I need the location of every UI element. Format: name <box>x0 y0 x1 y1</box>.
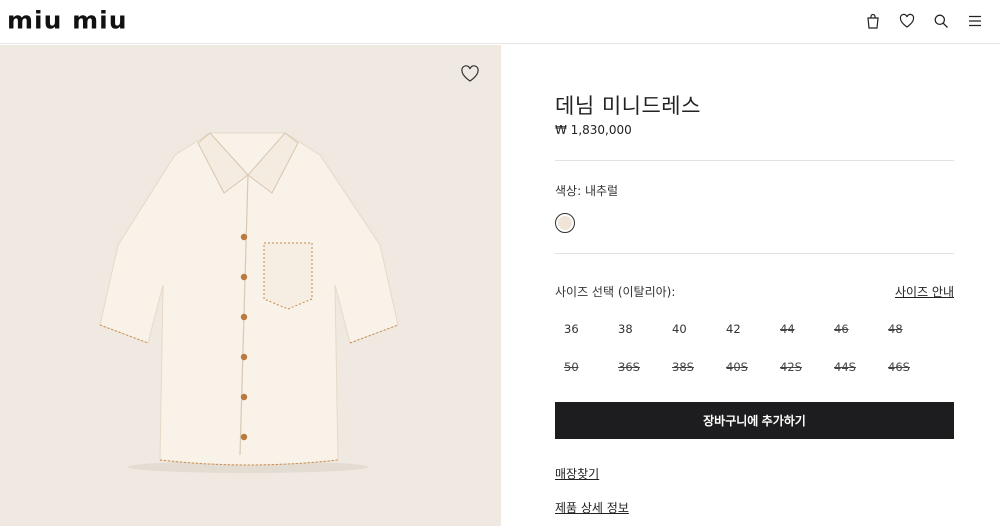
size-option[interactable]: 46S <box>879 357 933 377</box>
shirt-illustration <box>99 132 399 473</box>
size-select-label: 사이즈 선택 (이탈리아): <box>555 285 676 299</box>
size-option[interactable]: 42S <box>771 357 825 377</box>
size-option[interactable]: 40 <box>663 319 717 339</box>
size-option[interactable]: 38 <box>609 319 663 339</box>
store-finder-link[interactable]: 매장찾기 <box>555 465 599 482</box>
size-option[interactable]: 36 <box>555 319 609 339</box>
add-to-cart-button[interactable]: 장바구니에 추가하기 <box>555 402 954 439</box>
header-icons <box>856 10 992 32</box>
product-image <box>0 45 501 526</box>
product-details-link[interactable]: 제품 상세 정보 <box>555 499 629 516</box>
menu-icon[interactable] <box>958 10 992 32</box>
product-title: 데님 미니드레스 <box>555 94 701 118</box>
divider <box>555 160 954 161</box>
size-options: 36 38 40 42 44 46 48 50 36S 38S 40S 42S 44S 46S <box>555 319 915 377</box>
divider <box>555 253 954 254</box>
color-label: 색상: 내추럴 <box>555 184 619 198</box>
miu-miu-logo[interactable]: miu miu <box>7 7 128 35</box>
size-option[interactable]: 46 <box>825 319 879 339</box>
size-option[interactable]: 50 <box>555 357 609 377</box>
size-option[interactable]: 44S <box>825 357 879 377</box>
heart-icon[interactable] <box>890 10 924 32</box>
wishlist-heart-icon[interactable] <box>460 65 480 83</box>
product-price: ₩ 1,830,000 <box>555 123 632 137</box>
size-option[interactable]: 36S <box>609 357 663 377</box>
bag-icon[interactable] <box>856 10 890 32</box>
site-header: miu miu <box>0 0 1000 44</box>
size-option[interactable]: 38S <box>663 357 717 377</box>
size-option[interactable]: 40S <box>717 357 771 377</box>
size-option[interactable]: 44 <box>771 319 825 339</box>
search-icon[interactable] <box>924 10 958 32</box>
size-guide-link[interactable]: 사이즈 안내 <box>895 283 954 300</box>
size-option[interactable]: 48 <box>879 319 933 339</box>
color-swatch-natural[interactable] <box>555 213 575 233</box>
size-option[interactable]: 42 <box>717 319 771 339</box>
